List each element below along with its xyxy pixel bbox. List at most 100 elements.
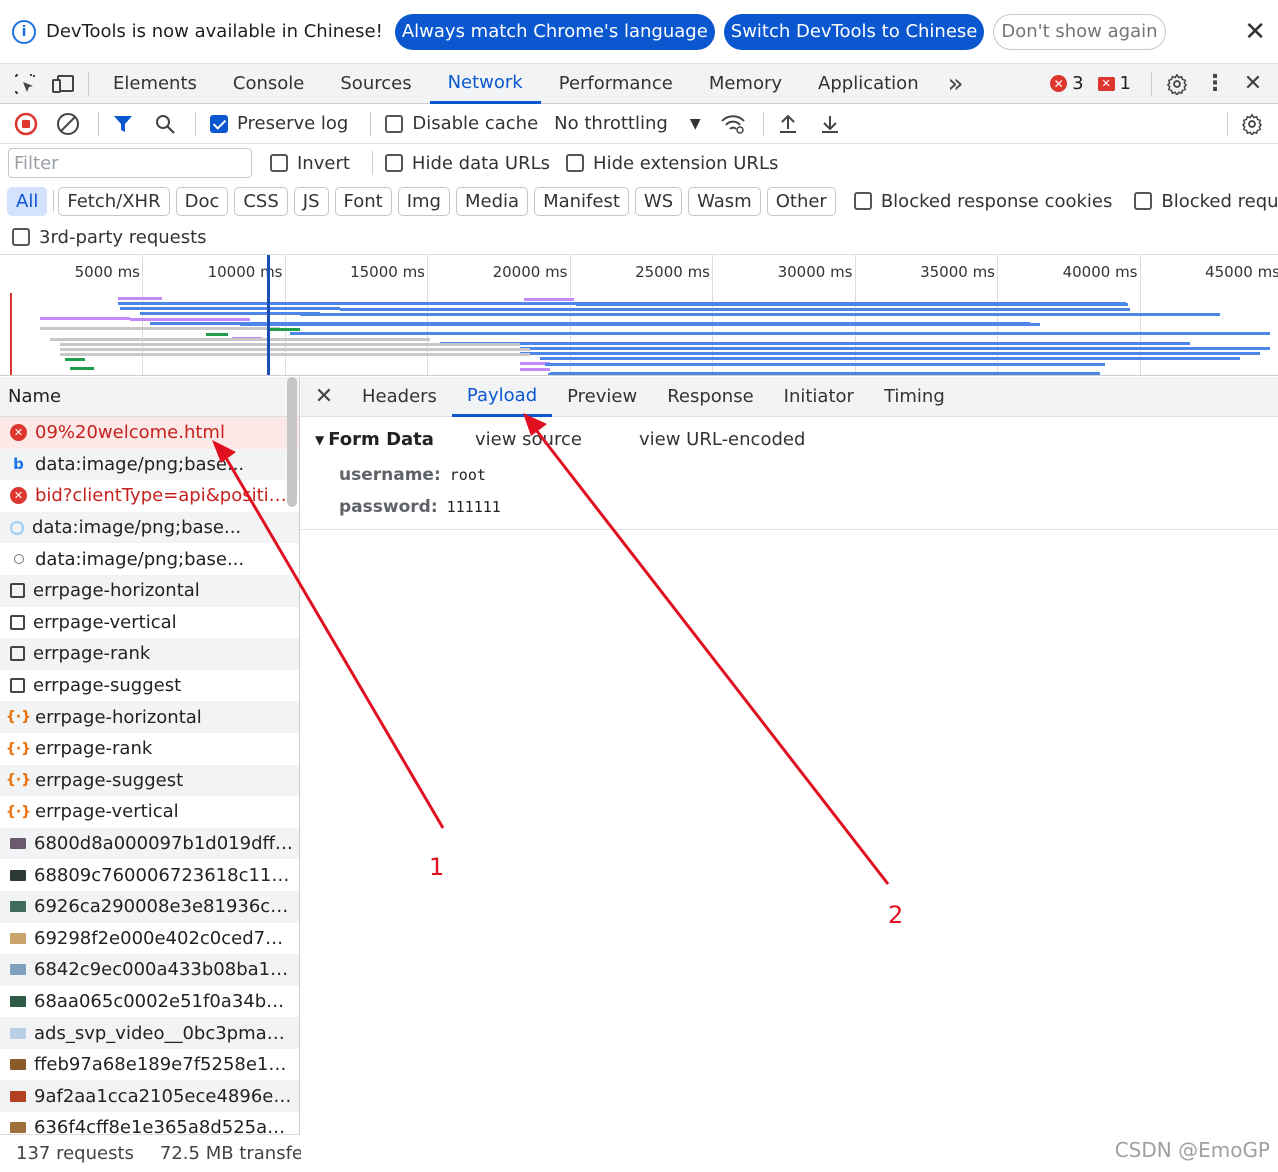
blocked-response-cookies-checkbox[interactable]: Blocked response cookies [853, 191, 1112, 212]
preserve-log-check[interactable] [210, 114, 228, 133]
export-har-icon[interactable] [812, 106, 848, 142]
search-icon[interactable] [147, 106, 183, 142]
request-row[interactable]: errpage-vertical [0, 607, 299, 639]
request-row[interactable]: {·} errpage-suggest [0, 764, 299, 797]
request-row[interactable]: 69298f2e000e402c0ced7d9... [0, 923, 299, 955]
throttling-select[interactable]: No throttling ▼ [554, 113, 700, 134]
filter-input[interactable] [8, 148, 252, 178]
tab-network[interactable]: Network [429, 64, 541, 104]
request-row[interactable]: b data:image/png;base... [0, 448, 299, 481]
type-filter-manifest[interactable]: Manifest [534, 186, 629, 216]
more-tabs-icon[interactable]: » [937, 64, 975, 104]
import-har-icon[interactable] [770, 106, 806, 142]
tab-sources[interactable]: Sources [322, 64, 429, 104]
detail-tab-timing[interactable]: Timing [869, 377, 960, 417]
detail-tab-preview[interactable]: Preview [552, 377, 652, 417]
invert-checkbox[interactable]: Invert [270, 153, 350, 174]
request-row[interactable]: errpage-suggest [0, 670, 299, 702]
name-column-header[interactable]: Name [0, 377, 299, 417]
document-icon [10, 678, 25, 694]
request-row[interactable]: errpage-horizontal [0, 574, 299, 607]
inspect-element-icon[interactable] [6, 64, 44, 104]
form-data-section-header[interactable]: ▼ Form Data [315, 429, 434, 450]
request-row[interactable]: ✕ 09%20welcome.html [0, 417, 299, 449]
request-row[interactable]: 68aa065c0002e51f0a34b13... [0, 986, 299, 1018]
blocked-requests-checkbox[interactable]: Blocked requests [1134, 191, 1278, 212]
more-options-icon[interactable]: ⋮ [1196, 64, 1234, 104]
tab-application[interactable]: Application [800, 64, 937, 104]
invert-check[interactable] [270, 154, 288, 172]
type-filter-fetch-xhr[interactable]: Fetch/XHR [58, 186, 170, 216]
request-row[interactable]: 9af2aa1cca2105ece4896ed9... [0, 1080, 299, 1113]
infobar-message: DevTools is now available in Chinese! [46, 21, 383, 42]
close-devtools-icon[interactable]: ✕ [1234, 64, 1272, 104]
hide-extension-urls-check[interactable] [566, 154, 585, 172]
view-url-encoded-link[interactable]: view URL-encoded [639, 429, 805, 450]
network-settings-icon[interactable] [1234, 106, 1270, 142]
close-infobar-icon[interactable]: ✕ [1244, 17, 1266, 47]
blocked-requests-label: Blocked requests [1161, 190, 1278, 212]
request-row[interactable]: 68809c760006723618c11db... [0, 859, 299, 891]
request-name: errpage-horizontal [33, 580, 200, 602]
request-row[interactable]: data:image/png;base... [0, 543, 299, 575]
request-row[interactable]: {·} errpage-horizontal [0, 701, 299, 733]
detail-tab-initiator[interactable]: Initiator [769, 377, 869, 417]
detail-tab-headers[interactable]: Headers [347, 377, 452, 417]
request-row[interactable]: errpage-rank [0, 638, 299, 670]
blocked-requests-check[interactable] [1134, 192, 1153, 210]
timeline-cursor[interactable] [267, 255, 270, 375]
issues-counter[interactable]: ✕ 1 [1097, 73, 1131, 94]
type-filter-ws[interactable]: WS [634, 186, 683, 216]
type-filter-css[interactable]: CSS [234, 186, 288, 216]
clear-icon[interactable] [50, 106, 86, 142]
request-row[interactable]: 6800d8a000097b1d019dff5... [0, 827, 299, 860]
detail-tab-payload[interactable]: Payload [451, 377, 553, 417]
type-filter-doc[interactable]: Doc [175, 186, 229, 216]
hide-data-urls-checkbox[interactable]: Hide data URLs [384, 153, 550, 174]
disable-cache-check[interactable] [385, 114, 404, 133]
device-toolbar-icon[interactable] [44, 64, 82, 104]
dont-show-again-button[interactable]: Don't show again [993, 13, 1166, 50]
preserve-log-checkbox[interactable]: Preserve log [210, 113, 348, 134]
type-filter-font[interactable]: Font [334, 186, 392, 216]
detail-tab-response[interactable]: Response [652, 377, 768, 417]
third-party-check[interactable] [12, 228, 30, 246]
request-row[interactable]: ✕ bid?clientType=api&positio... [0, 480, 299, 512]
tab-memory[interactable]: Memory [691, 64, 800, 104]
type-filter-all[interactable]: All [7, 186, 48, 216]
type-filter-img[interactable]: Img [397, 186, 450, 216]
disable-cache-checkbox[interactable]: Disable cache [385, 113, 538, 134]
blocked-response-cookies-check[interactable] [853, 192, 872, 210]
error-counter[interactable]: ✕ 3 [1050, 73, 1084, 94]
view-source-link[interactable]: view source [475, 429, 582, 450]
type-filter-media[interactable]: Media [456, 186, 529, 216]
tab-console[interactable]: Console [215, 64, 322, 104]
hide-extension-urls-checkbox[interactable]: Hide extension URLs [566, 153, 778, 174]
hide-data-urls-check[interactable] [384, 154, 403, 172]
third-party-checkbox[interactable]: 3rd-party requests [12, 227, 207, 248]
request-row[interactable]: {·} errpage-vertical [0, 796, 299, 828]
type-filter-js[interactable]: JS [293, 186, 329, 216]
tab-performance[interactable]: Performance [541, 64, 691, 104]
chevron-down-icon: ▼ [689, 115, 701, 132]
request-row[interactable]: {·} errpage-rank [0, 733, 299, 765]
waterfall-bar [545, 363, 1105, 366]
request-row[interactable]: 6926ca290008e3e81936cc3... [0, 890, 299, 923]
type-filter-wasm[interactable]: Wasm [688, 186, 761, 216]
request-row[interactable]: ffeb97a68e189e7f5258e19a... [0, 1049, 299, 1081]
settings-gear-icon[interactable] [1158, 64, 1196, 104]
network-conditions-icon[interactable] [715, 106, 751, 142]
type-filter-other[interactable]: Other [766, 186, 836, 216]
network-overview-timeline[interactable]: 5000 ms 10000 ms 15000 ms 20000 ms 25000 ms 3… [0, 254, 1278, 376]
match-language-button[interactable]: Always match Chrome's language [394, 13, 715, 50]
detail-tab-bar: ✕ Headers Payload Preview Response Initiator… [301, 377, 1278, 417]
request-row[interactable]: 6842c9ec000a433b08ba1d3... [0, 954, 299, 986]
stop-recording-icon[interactable] [8, 106, 44, 142]
request-row[interactable]: data:image/png;base... [0, 511, 299, 544]
request-list-scrollbar[interactable] [287, 377, 297, 507]
switch-to-chinese-button[interactable]: Switch DevTools to Chinese [723, 13, 985, 50]
filter-funnel-icon[interactable] [105, 106, 141, 142]
tab-elements[interactable]: Elements [95, 64, 215, 104]
close-detail-icon[interactable]: ✕ [301, 384, 347, 409]
request-row[interactable]: ads_svp_video__0bc3pmabs... [0, 1017, 299, 1049]
